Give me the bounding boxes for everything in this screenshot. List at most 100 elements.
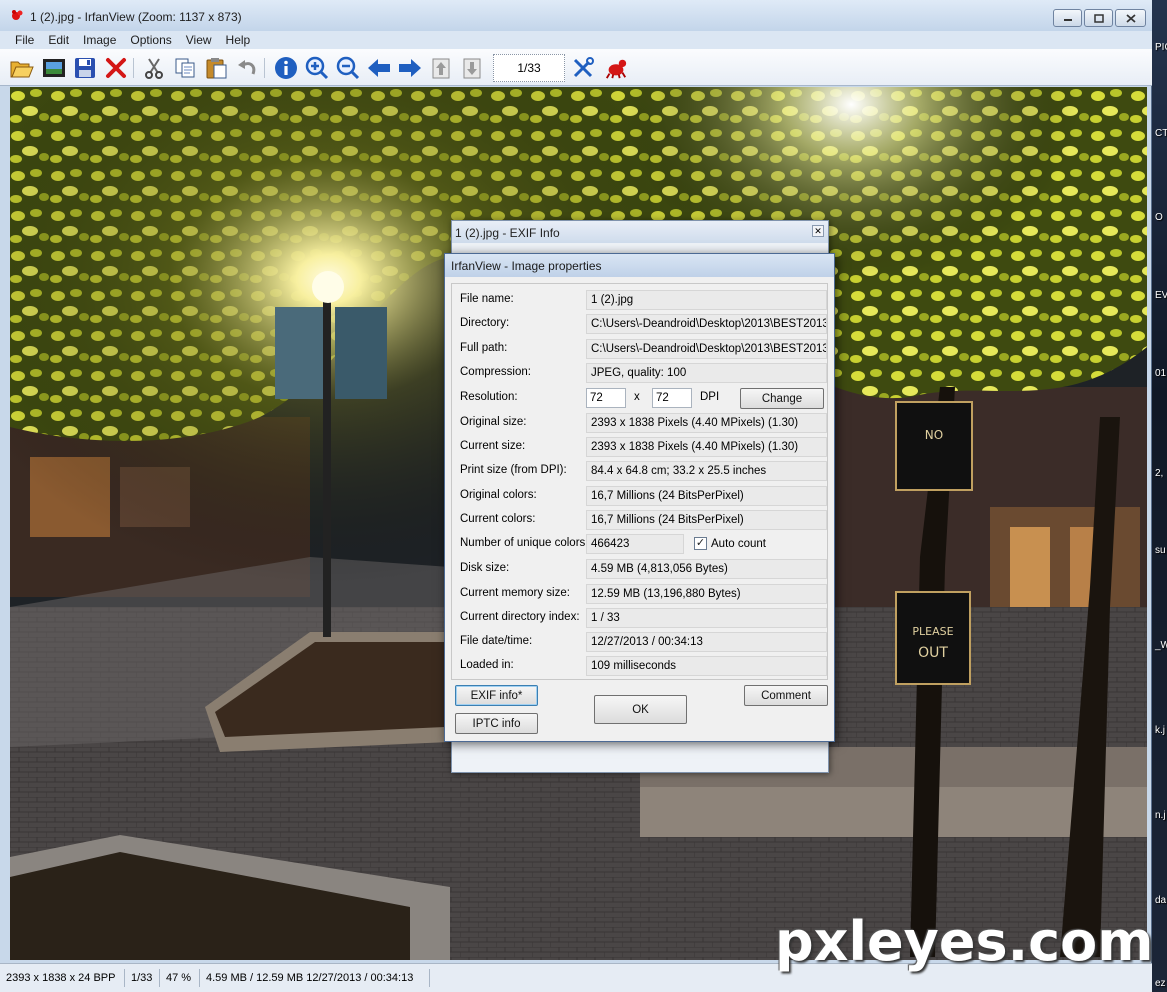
menu-image[interactable]: Image	[76, 33, 123, 47]
delete-icon	[106, 58, 126, 78]
zoom-in-icon	[305, 56, 329, 80]
change-resolution-button[interactable]: Change	[740, 388, 824, 409]
next-button[interactable]	[398, 56, 422, 80]
resolution-unit: DPI	[700, 391, 720, 403]
menu-options[interactable]: Options	[123, 33, 178, 47]
property-label: Current directory index:	[460, 611, 580, 623]
desktop-icon-label[interactable]: O	[1155, 212, 1163, 223]
original-colors-value: 16,7 Millions (24 BitsPerPixel)	[586, 486, 827, 506]
open-icon	[10, 61, 34, 78]
dialog-title: IrfanView - Image properties	[445, 254, 834, 277]
status-zoom: 47 %	[160, 969, 200, 987]
minimize-button[interactable]	[1053, 9, 1082, 27]
ok-button[interactable]: OK	[594, 695, 687, 724]
slideshow-icon	[43, 59, 65, 77]
close-button[interactable]	[1115, 9, 1146, 27]
svg-text:OUT: OUT	[918, 645, 948, 661]
first-page-button[interactable]	[429, 56, 453, 80]
paste-button[interactable]	[204, 56, 228, 80]
zoom-in-button[interactable]	[305, 56, 329, 80]
property-label: Current colors:	[460, 513, 536, 525]
copy-button[interactable]	[173, 56, 197, 80]
zoom-out-button[interactable]	[336, 56, 360, 80]
desktop-icon-label[interactable]: 2,	[1155, 468, 1163, 479]
delete-button[interactable]	[104, 56, 128, 80]
desktop-icon-label[interactable]: da	[1155, 895, 1166, 906]
first-page-icon	[432, 58, 450, 79]
property-label: Compression:	[460, 366, 531, 378]
previous-button[interactable]	[367, 56, 391, 80]
desktop-icon-label[interactable]: EV	[1155, 290, 1167, 301]
info-icon	[275, 57, 297, 79]
property-label: Original colors:	[460, 489, 537, 501]
status-index: 1/33	[125, 969, 160, 987]
open-button[interactable]	[10, 56, 34, 80]
property-label: Loaded in:	[460, 659, 514, 671]
window-title: 1 (2).jpg - IrfanView (Zoom: 1137 x 873)	[30, 10, 242, 24]
property-label: Full path:	[460, 342, 508, 354]
iptc-info-button[interactable]: IPTC info	[455, 713, 538, 734]
cut-icon	[145, 58, 163, 79]
last-page-button[interactable]	[460, 56, 484, 80]
irfanview-about-button[interactable]	[604, 56, 628, 80]
desktop-icon-label[interactable]: _W	[1155, 640, 1167, 651]
cut-button[interactable]	[142, 56, 166, 80]
menu-help[interactable]: Help	[219, 33, 258, 47]
slideshow-button[interactable]	[42, 56, 66, 80]
exif-close-button[interactable]: ✕	[812, 225, 824, 237]
menu-edit[interactable]: Edit	[41, 33, 76, 47]
exif-window-title: 1 (2).jpg - EXIF Info	[452, 221, 828, 243]
last-page-icon	[463, 58, 481, 79]
print-size-value: 84.4 x 64.8 cm; 33.2 x 25.5 inches	[586, 461, 827, 481]
save-button[interactable]	[73, 56, 97, 80]
property-label: Disk size:	[460, 562, 510, 574]
desktop-icon-label[interactable]: 01	[1155, 368, 1166, 379]
toolbar: 1/33	[0, 49, 1152, 86]
desktop-background: PIC CT O EV 01 2, su _W k.j n.j da ez	[1152, 0, 1167, 992]
auto-count-checkbox[interactable]: ✓	[694, 537, 707, 550]
maximize-icon	[1093, 13, 1104, 23]
property-label: Directory:	[460, 317, 510, 329]
copy-icon	[175, 58, 195, 78]
close-icon	[1125, 13, 1136, 23]
maximize-button[interactable]	[1084, 9, 1113, 27]
desktop-icon-label[interactable]: su	[1155, 545, 1166, 556]
svg-text:NO: NO	[925, 428, 943, 442]
current-colors-value: 16,7 Millions (24 BitsPerPixel)	[586, 510, 827, 530]
comment-button[interactable]: Comment	[744, 685, 828, 706]
resolution-x-input[interactable]: 72	[586, 388, 626, 408]
property-label: File date/time:	[460, 635, 533, 647]
desktop-icon-label[interactable]: CT	[1155, 128, 1167, 139]
pxleyes-watermark: pxleyes.com	[775, 910, 1154, 973]
desktop-icon-label[interactable]: ez	[1155, 978, 1166, 989]
loaded-in-value: 109 milliseconds	[586, 656, 827, 676]
file-date-value: 12/27/2013 / 00:34:13	[586, 632, 827, 652]
status-info: 4.59 MB / 12.59 MB 12/27/2013 / 00:34:13	[200, 969, 430, 987]
property-label: File name:	[460, 293, 514, 305]
menu-bar: File Edit Image Options View Help	[0, 31, 1152, 49]
undo-icon	[238, 60, 256, 75]
directory-index-value: 1 / 33	[586, 608, 827, 628]
desktop-icon-label[interactable]: PIC	[1155, 42, 1167, 53]
exif-info-button[interactable]: EXIF info*	[455, 685, 538, 706]
original-size-value: 2393 x 1838 Pixels (4.40 MPixels) (1.30)	[586, 413, 827, 433]
disk-size-value: 4.59 MB (4,813,056 Bytes)	[586, 559, 827, 579]
resolution-separator: x	[634, 391, 640, 403]
unique-colors-value: 466423	[586, 534, 684, 554]
property-label: Original size:	[460, 416, 527, 428]
resolution-row: Resolution: 72 x 72 DPI Change	[460, 388, 828, 409]
menu-file[interactable]: File	[8, 33, 41, 47]
desktop-icon-label[interactable]: n.j	[1155, 810, 1166, 821]
irfanview-logo-icon	[12, 10, 23, 20]
menu-view[interactable]: View	[179, 33, 219, 47]
properties-button[interactable]	[571, 56, 595, 80]
info-button[interactable]	[274, 56, 298, 80]
memory-size-value: 12.59 MB (13,196,880 Bytes)	[586, 584, 827, 604]
resolution-y-input[interactable]: 72	[652, 388, 692, 408]
auto-count-label[interactable]: Auto count	[711, 538, 766, 550]
undo-button[interactable]	[235, 56, 259, 80]
title-bar[interactable]: 1 (2).jpg - IrfanView (Zoom: 1137 x 873)	[0, 0, 1152, 31]
desktop-icon-label[interactable]: k.j	[1155, 725, 1165, 736]
compression-value: JPEG, quality: 100	[586, 363, 827, 383]
full-path-value: C:\Users\-Deandroid\Desktop\2013\BEST201…	[586, 339, 827, 359]
